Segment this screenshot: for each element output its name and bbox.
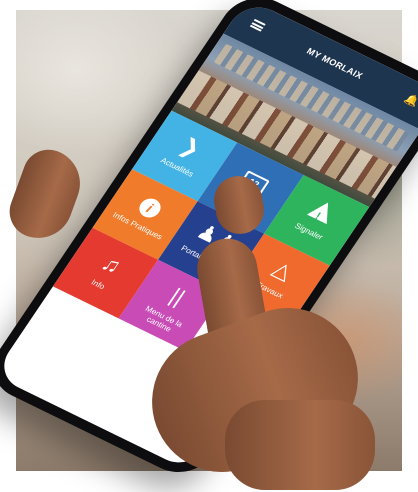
wrist bbox=[225, 400, 375, 490]
